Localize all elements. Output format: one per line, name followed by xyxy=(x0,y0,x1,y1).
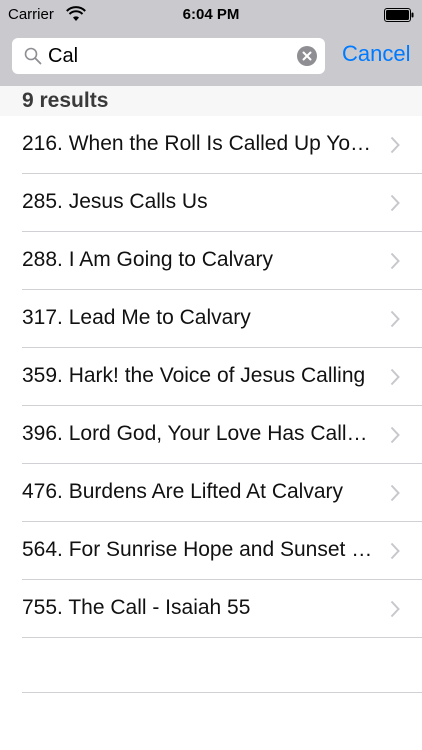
list-item-label: 476. Burdens Are Lifted At Calvary xyxy=(22,480,344,503)
list-item-label: 216. When the Roll Is Called Up Yonder xyxy=(22,132,378,155)
clock: 6:04 PM xyxy=(182,6,240,23)
chevron-right-icon xyxy=(390,252,400,270)
cancel-button[interactable]: Cancel xyxy=(342,41,410,67)
chevron-right-icon xyxy=(390,310,400,328)
results-list: 216. When the Roll Is Called Up Yonder 2… xyxy=(0,116,422,638)
search-icon xyxy=(24,47,42,65)
list-item[interactable]: 285. Jesus Calls Us xyxy=(0,174,422,232)
search-input-value: Cal xyxy=(48,45,79,67)
chevron-right-icon xyxy=(390,368,400,386)
status-bar: Carrier 6:04 PM xyxy=(0,0,422,30)
list-item[interactable]: 216. When the Roll Is Called Up Yonder xyxy=(0,116,422,174)
list-item[interactable]: 755. The Call - Isaiah 55 xyxy=(0,580,422,638)
search-input[interactable]: Cal xyxy=(12,38,325,74)
list-item[interactable]: 396. Lord God, Your Love Has Called Us H… xyxy=(0,406,422,464)
chevron-right-icon xyxy=(390,542,400,560)
results-count: 9 results xyxy=(22,89,109,112)
chevron-right-icon xyxy=(390,194,400,212)
list-item-label: 359. Hark! the Voice of Jesus Calling xyxy=(22,364,366,387)
list-item-label: 288. I Am Going to Calvary xyxy=(22,248,273,271)
list-item-label: 564. For Sunrise Hope and Sunset Calm xyxy=(22,538,378,561)
chevron-right-icon xyxy=(390,136,400,154)
list-item-label: 285. Jesus Calls Us xyxy=(22,190,208,213)
list-item[interactable]: 564. For Sunrise Hope and Sunset Calm xyxy=(0,522,422,580)
list-item[interactable]: 359. Hark! the Voice of Jesus Calling xyxy=(0,348,422,406)
search-bar-area: Carrier 6:04 PM Cal Cancel xyxy=(0,0,422,86)
chevron-right-icon xyxy=(390,426,400,444)
row-divider xyxy=(22,692,422,693)
clear-icon[interactable] xyxy=(297,46,317,66)
battery-icon xyxy=(384,8,414,22)
list-item-label: 755. The Call - Isaiah 55 xyxy=(22,596,251,619)
list-item[interactable]: 476. Burdens Are Lifted At Calvary xyxy=(0,464,422,522)
chevron-right-icon xyxy=(390,484,400,502)
list-item-label: 317. Lead Me to Calvary xyxy=(22,306,251,329)
list-item[interactable]: 317. Lead Me to Calvary xyxy=(0,290,422,348)
list-item-label: 396. Lord God, Your Love Has Called Us H… xyxy=(22,422,378,445)
results-count-header: 9 results xyxy=(0,86,422,116)
list-item[interactable]: 288. I Am Going to Calvary xyxy=(0,232,422,290)
row-divider xyxy=(22,637,422,638)
chevron-right-icon xyxy=(390,600,400,618)
